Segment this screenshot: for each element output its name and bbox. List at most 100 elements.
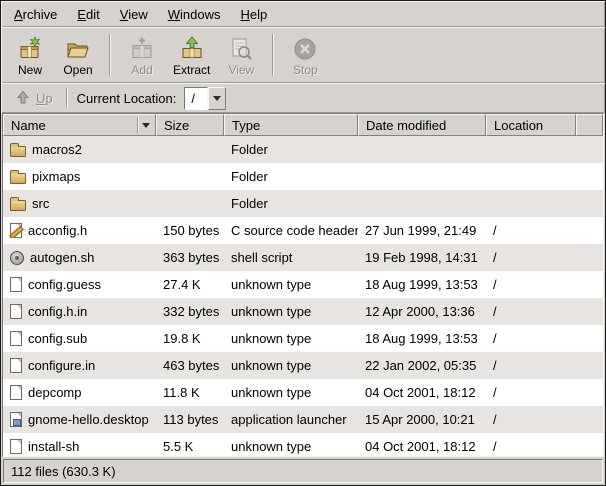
file-row[interactable]: macros2Folder: [3, 136, 603, 163]
cell-size: 19.8 K: [156, 331, 224, 346]
menubar: ArchiveEditViewWindowsHelp: [1, 1, 605, 27]
file-name-label: config.h.in: [28, 304, 87, 319]
extract-archive-icon: [179, 35, 205, 62]
file-icon: [10, 277, 22, 292]
stop-button[interactable]: Stop: [281, 30, 329, 80]
cell-location: /: [486, 358, 576, 373]
file-name-label: configure.in: [28, 358, 95, 373]
file-row[interactable]: src Folder: [3, 190, 603, 217]
file-name-label: install-sh: [28, 439, 79, 454]
extract-button[interactable]: Extract: [166, 30, 217, 80]
cell-type: Folder: [224, 142, 358, 157]
cell-name: install-sh: [3, 439, 156, 454]
cell-name: config.guess: [3, 277, 156, 292]
cell-size: 332 bytes: [156, 304, 224, 319]
file-name-label: pixmaps: [32, 169, 80, 184]
location-separator: [66, 88, 68, 108]
folder-icon: [10, 146, 26, 157]
cell-type: application launcher: [224, 412, 358, 427]
column-header-size[interactable]: Size: [156, 114, 224, 136]
table-body: macros2FolderpixmapsFoldersrcFolderaccon…: [3, 136, 603, 456]
toolbar-button-label: Stop: [293, 64, 318, 76]
file-name-label: acconfig.h: [28, 223, 87, 238]
column-header-location[interactable]: Location: [486, 114, 576, 136]
file-icon: [10, 439, 22, 454]
file-name-label: gnome-hello.desktop: [28, 412, 149, 427]
cell-size: 463 bytes: [156, 358, 224, 373]
add-button[interactable]: Add: [118, 30, 166, 80]
location-dropdown-button[interactable]: [208, 87, 226, 110]
up-button[interactable]: Up: [6, 86, 61, 110]
menu-help[interactable]: Help: [230, 3, 277, 26]
cell-date-modified: 27 Jun 1999, 21:49: [358, 223, 486, 238]
file-row[interactable]: acconfig.h150 bytesC source code header2…: [3, 217, 603, 244]
file-row[interactable]: configure.in 463 bytesunknown type22 Jan …: [3, 352, 603, 379]
toolbar-button-label: Open: [63, 64, 92, 76]
sort-divider: [137, 117, 139, 133]
column-header-label: Name: [11, 118, 46, 133]
column-header-name[interactable]: Name: [3, 114, 156, 136]
menu-archive[interactable]: Archive: [4, 3, 67, 26]
script-icon: [10, 251, 24, 265]
file-row[interactable]: config.sub19.8 Kunknown type18 Aug 1999,…: [3, 325, 603, 352]
file-icon: [10, 358, 22, 373]
file-row[interactable]: config.guess27.4 Kunknown type18 Aug 199…: [3, 271, 603, 298]
file-icon: [10, 331, 22, 346]
file-row[interactable]: depcomp 11.8 Kunknown type04 Oct 2001, 18…: [3, 379, 603, 406]
chevron-down-icon: [213, 96, 221, 101]
toolbar-button-label: Extract: [173, 64, 210, 76]
current-location-label: Current Location:: [73, 91, 185, 106]
file-name-label: depcomp: [28, 385, 81, 400]
view-button[interactable]: View: [217, 30, 265, 80]
toolbar-button-label: View: [228, 64, 254, 76]
cell-type: unknown type: [224, 304, 358, 319]
cell-date-modified: 15 Apr 2000, 10:21: [358, 412, 486, 427]
cell-size: 150 bytes: [156, 223, 224, 238]
new-button[interactable]: New: [6, 30, 54, 80]
file-row[interactable]: install-sh5.5 Kunknown type04 Oct 2001, …: [3, 433, 603, 456]
column-header-label: Location: [494, 118, 543, 133]
column-header-type[interactable]: Type: [224, 114, 358, 136]
cell-location: /: [486, 412, 576, 427]
column-header-label: Type: [232, 118, 260, 133]
cell-type: unknown type: [224, 385, 358, 400]
cell-date-modified: 18 Aug 1999, 13:53: [358, 331, 486, 346]
cell-name: autogen.sh: [3, 250, 156, 265]
column-header-stub: [576, 114, 603, 136]
file-name-label: config.guess: [28, 277, 101, 292]
cell-location: /: [486, 223, 576, 238]
location-value[interactable]: /: [184, 87, 208, 110]
cell-date-modified: 04 Oct 2001, 18:12: [358, 385, 486, 400]
folder-icon: [10, 200, 26, 211]
column-header-label: Size: [164, 118, 189, 133]
cell-size: 113 bytes: [156, 412, 224, 427]
toolbar-button-label: Add: [131, 64, 152, 76]
file-row[interactable]: pixmapsFolder: [3, 163, 603, 190]
file-row[interactable]: gnome-hello.desktop 113 bytesapplication …: [3, 406, 603, 433]
cell-name: src: [3, 196, 156, 211]
file-row[interactable]: autogen.sh363 bytesshell script19 Feb 19…: [3, 244, 603, 271]
cell-date-modified: 12 Apr 2000, 13:36: [358, 304, 486, 319]
open-button[interactable]: Open: [54, 30, 102, 80]
cell-type: shell script: [224, 250, 358, 265]
cell-name: pixmaps: [3, 169, 156, 184]
cell-location: /: [486, 331, 576, 346]
statusbar: 112 files (630.3 K): [3, 459, 603, 483]
menu-windows[interactable]: Windows: [158, 3, 231, 26]
cell-date-modified: 19 Feb 1998, 14:31: [358, 250, 486, 265]
menu-edit[interactable]: Edit: [67, 3, 109, 26]
cell-type: Folder: [224, 196, 358, 211]
cell-location: /: [486, 277, 576, 292]
location-combobox[interactable]: /: [184, 87, 226, 110]
cell-size: 11.8 K: [156, 385, 224, 400]
archive-manager-window: ArchiveEditViewWindowsHelp NewOpenAddExt…: [0, 0, 606, 486]
sort-indicator-icon[interactable]: [142, 123, 150, 128]
menu-view[interactable]: View: [110, 3, 158, 26]
cell-name: acconfig.h: [3, 223, 156, 238]
column-header-date-modified[interactable]: Date modified: [358, 114, 486, 136]
cell-date-modified: 22 Jan 2002, 05:35: [358, 358, 486, 373]
cell-type: unknown type: [224, 358, 358, 373]
file-row[interactable]: config.h.in 332 bytesunknown type12 Apr 2…: [3, 298, 603, 325]
cell-name: gnome-hello.desktop: [3, 412, 156, 427]
toolbar-separator: [272, 34, 274, 76]
